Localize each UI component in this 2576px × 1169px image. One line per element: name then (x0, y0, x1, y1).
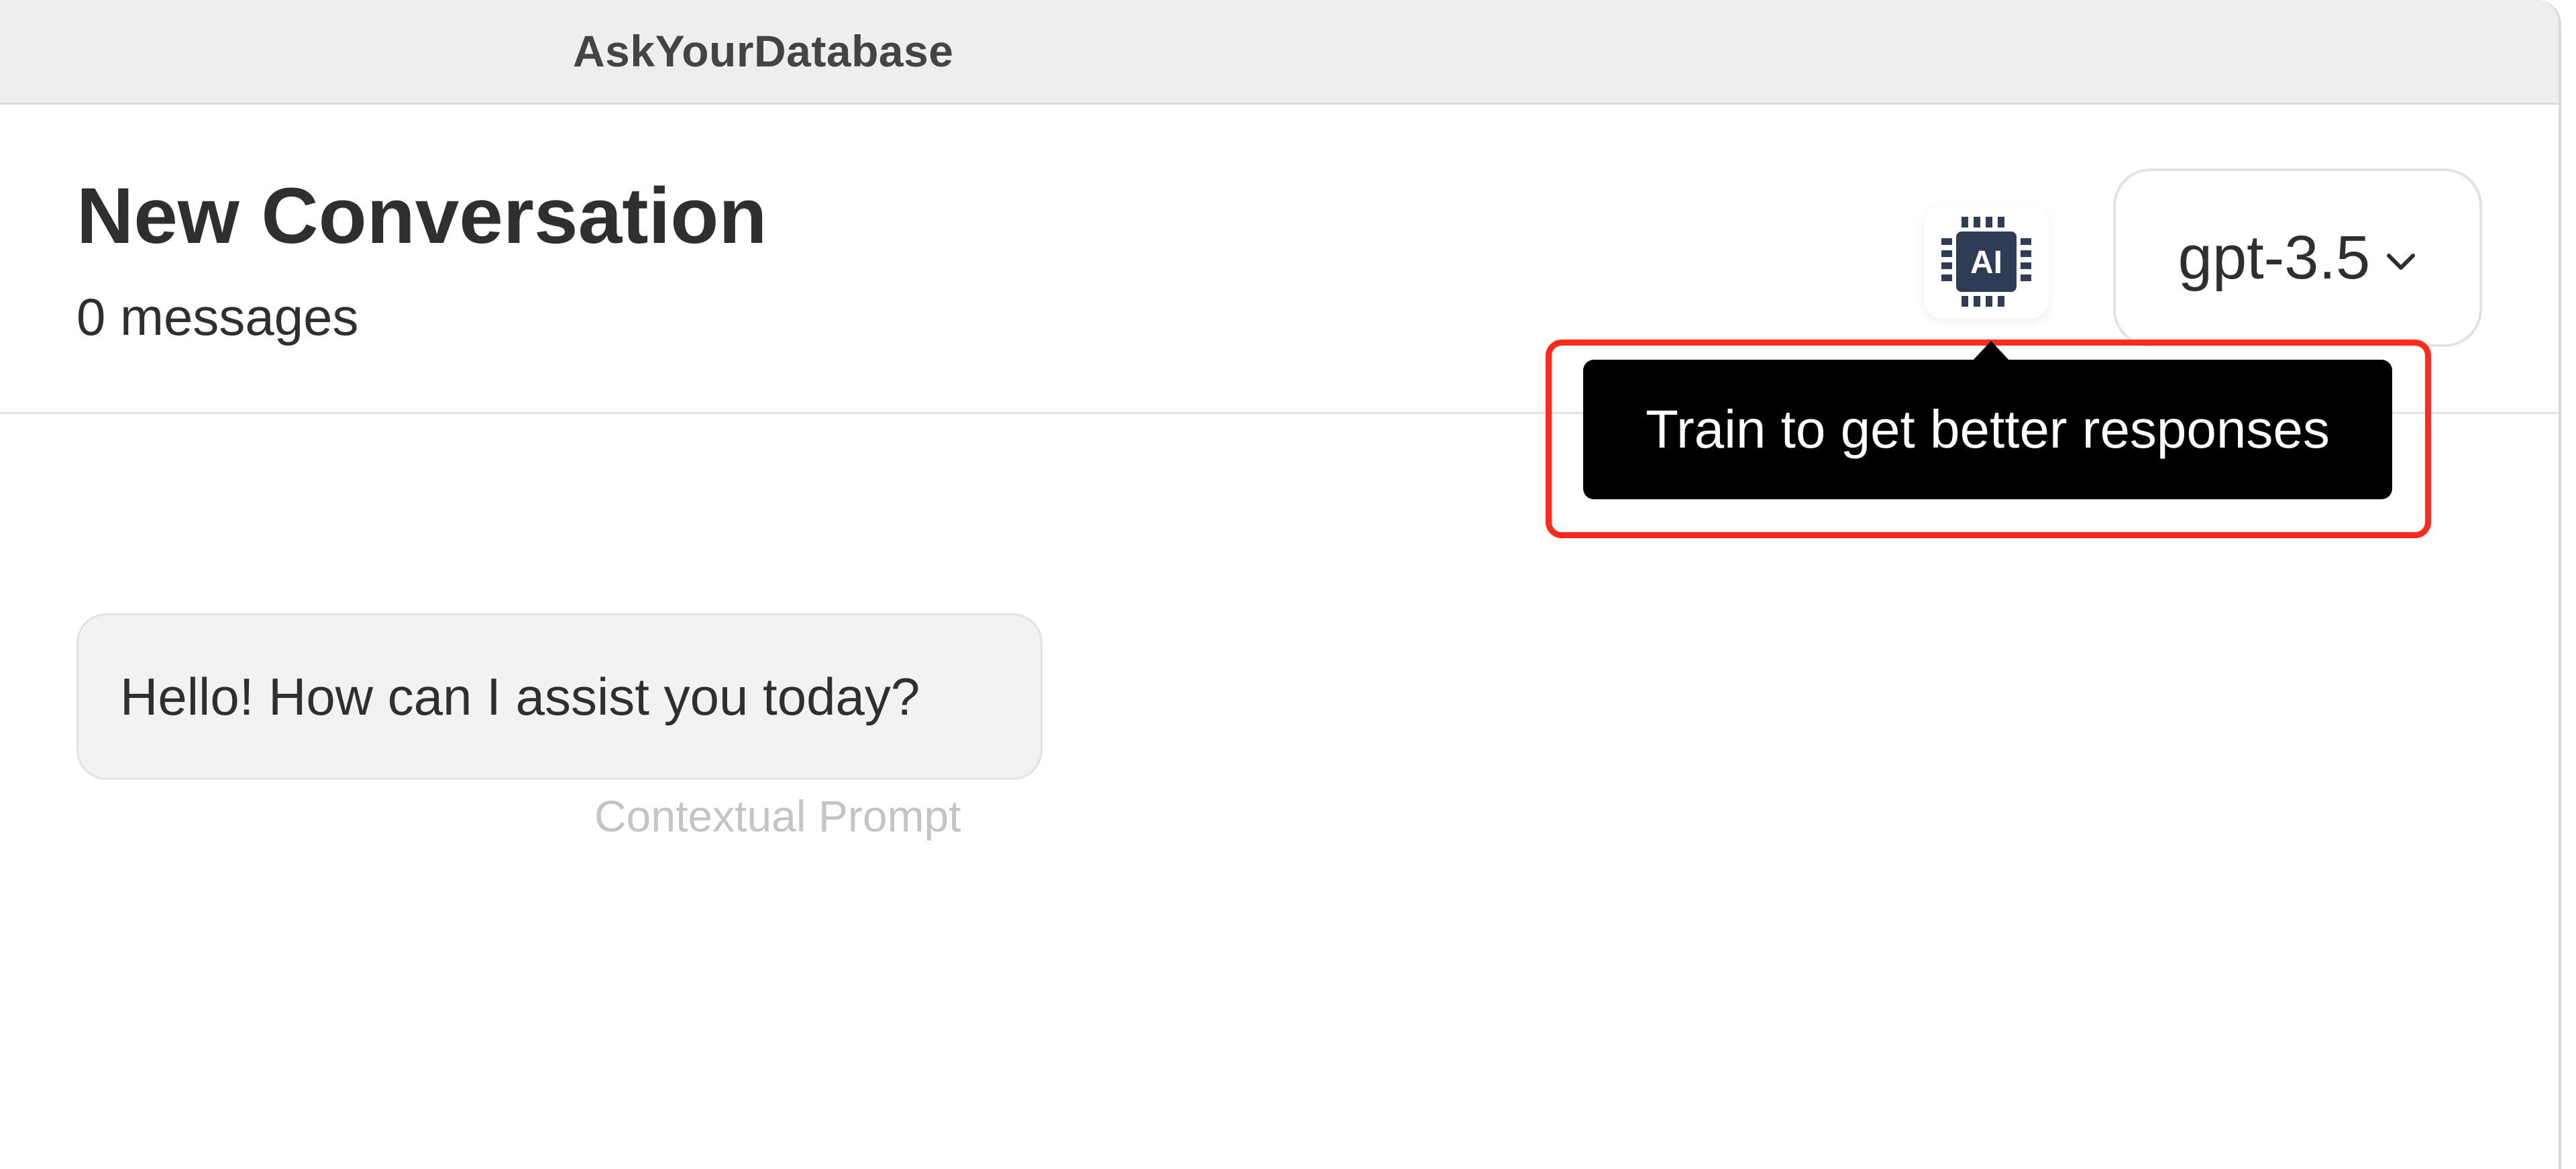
message-count: 0 messages (76, 287, 359, 346)
app-title: AskYourDatabase (573, 26, 954, 76)
tooltip-arrow (1972, 341, 2010, 361)
model-select-value: gpt-3.5 (2178, 223, 2371, 292)
conversation-title: New Conversation (76, 172, 767, 260)
model-select[interactable]: gpt-3.5 (2113, 168, 2482, 347)
tooltip-text: Train to get better responses (1646, 399, 2330, 459)
ai-chip-icon: AI (1941, 217, 2031, 307)
ai-chip-label: AI (1970, 245, 2002, 281)
train-ai-button[interactable]: AI (1924, 205, 2049, 319)
message-text: Hello! How can I assist you today? (120, 666, 920, 726)
tooltip: Train to get better responses (1583, 360, 2392, 499)
chevron-down-icon (2387, 254, 2416, 270)
message-caption: Contextual Prompt (594, 791, 961, 841)
app-window: AskYourDatabase New Conversation 0 messa… (0, 0, 2561, 1169)
assistant-message-bubble: Hello! How can I assist you today? (76, 613, 1042, 780)
title-bar[interactable]: AskYourDatabase (0, 0, 2559, 105)
